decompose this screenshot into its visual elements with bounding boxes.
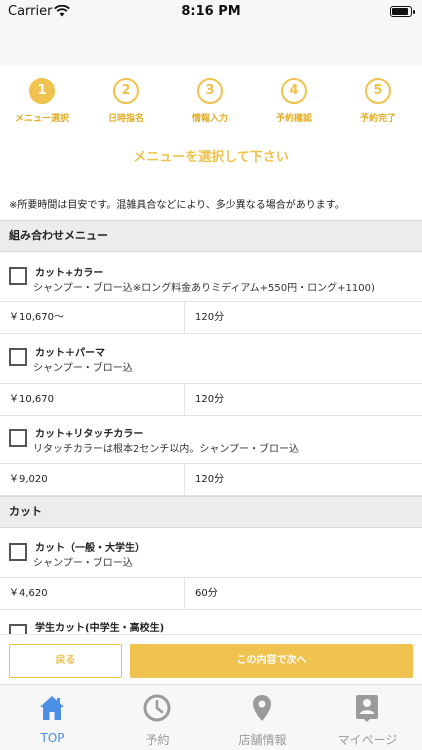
step-label: 予約完了 xyxy=(359,114,396,124)
menu-item[interactable]: 学生カット(中学生・高校生) xyxy=(0,610,422,642)
menu-item[interactable]: カット+カラー シャンプー・ブロー込※ロング料金ありミディアム+550円・ロング… xyxy=(0,252,422,302)
menu-item[interactable]: カット（一般・大学生） シャンプー・ブロー込 xyxy=(0,528,422,578)
tab-reservation[interactable]: 予約 xyxy=(105,685,210,750)
menu-item-duration: 120分 xyxy=(195,394,225,405)
instruction-heading: メニューを選択して下さい xyxy=(133,150,289,165)
menu-item-duration: 60分 xyxy=(195,588,218,599)
price-row: ￥4,620 60分 xyxy=(0,578,422,610)
step-number: 4 xyxy=(281,78,307,104)
progress-stepper: 1 メニュー選択 2 日時指名 3 情報入力 4 予約確認 5 予約完了 xyxy=(0,78,422,130)
menu-item-name: カット+カラー xyxy=(35,268,104,279)
divider xyxy=(184,578,185,609)
divider xyxy=(184,384,185,415)
tab-label: TOP xyxy=(40,731,65,745)
step-label: 日時指名 xyxy=(107,114,144,124)
menu-item[interactable]: カット＋パーマ シャンプー・ブロー込 xyxy=(0,334,422,384)
tab-store-info[interactable]: 店舗情報 xyxy=(210,685,315,750)
menu-item-duration: 120分 xyxy=(195,312,225,323)
menu-item-description: シャンプー・ブロー込 xyxy=(33,558,133,569)
menu-item-name: カット＋パーマ xyxy=(35,348,105,359)
step-1: 1 メニュー選択 xyxy=(0,78,84,124)
battery-icon xyxy=(390,6,415,17)
menu-item-checkbox[interactable] xyxy=(9,267,27,285)
menu-item-name: カット（一般・大学生） xyxy=(35,543,145,554)
divider xyxy=(184,464,185,495)
back-button[interactable]: 戻る xyxy=(9,644,122,678)
menu-item-name: 学生カット(中学生・高校生) xyxy=(35,623,165,634)
tab-top[interactable]: TOP xyxy=(0,685,105,750)
step-label: 予約確認 xyxy=(275,114,312,124)
person-badge-icon xyxy=(356,695,378,722)
price-row: ￥10,670 120分 xyxy=(0,384,422,416)
clock-icon xyxy=(143,694,171,722)
menu-item-duration: 120分 xyxy=(195,474,225,485)
step-label: メニュー選択 xyxy=(14,114,69,124)
duration-note: ※所要時間は目安です。混雑具合などにより、多少異なる場合があります。 xyxy=(9,200,345,211)
step-number: 2 xyxy=(113,78,139,104)
navigation-bar xyxy=(0,24,422,66)
menu-item-checkbox[interactable] xyxy=(9,543,27,561)
home-icon xyxy=(40,696,64,720)
menu-item-price: ￥10,670〜 xyxy=(9,312,64,323)
tab-label: マイページ xyxy=(337,733,398,747)
section-header: カット xyxy=(0,496,422,528)
tab-my-page[interactable]: マイページ xyxy=(315,685,420,750)
menu-item[interactable]: カット+リタッチカラー リタッチカラーは根本2センチ以内。シャンプー・ブロー込 xyxy=(0,416,422,464)
step-number: 1 xyxy=(29,78,55,104)
step-2: 2 日時指名 xyxy=(84,78,168,124)
step-4: 4 予約確認 xyxy=(252,78,336,124)
menu-item-price: ￥9,020 xyxy=(9,474,48,485)
menu-item-name: カット+リタッチカラー xyxy=(35,429,144,440)
price-row: ￥10,670〜 120分 xyxy=(0,302,422,334)
menu-item-description: シャンプー・ブロー込※ロング料金ありミディアム+550円・ロング+1100) xyxy=(33,283,375,294)
tab-label: 予約 xyxy=(145,733,170,747)
step-3: 3 情報入力 xyxy=(168,78,252,124)
divider xyxy=(184,302,185,333)
step-number: 5 xyxy=(365,78,391,104)
action-bar: 戻る この内容で次へ xyxy=(0,634,422,684)
clock: 8:16 PM xyxy=(181,4,241,19)
step-label: 情報入力 xyxy=(191,114,228,124)
tab-label: 店舗情報 xyxy=(238,733,287,747)
menu-item-price: ￥10,670 xyxy=(9,394,54,405)
price-row: ￥9,020 120分 xyxy=(0,464,422,496)
step-5: 5 予約完了 xyxy=(336,78,420,124)
section-header: 組み合わせメニュー xyxy=(0,220,422,252)
tab-bar: TOP 予約 店舗情報 マイページ xyxy=(0,684,422,750)
menu-item-checkbox[interactable] xyxy=(9,429,27,447)
next-button[interactable]: この内容で次へ xyxy=(130,644,413,678)
menu-item-checkbox[interactable] xyxy=(9,348,27,366)
map-pin-icon xyxy=(253,695,271,721)
menu-item-price: ￥4,620 xyxy=(9,588,48,599)
status-bar: Carrier 8:16 PM xyxy=(0,0,422,24)
menu-item-description: シャンプー・ブロー込 xyxy=(33,363,133,374)
menu-item-description: リタッチカラーは根本2センチ以内。シャンプー・ブロー込 xyxy=(33,444,300,455)
step-number: 3 xyxy=(197,78,223,104)
